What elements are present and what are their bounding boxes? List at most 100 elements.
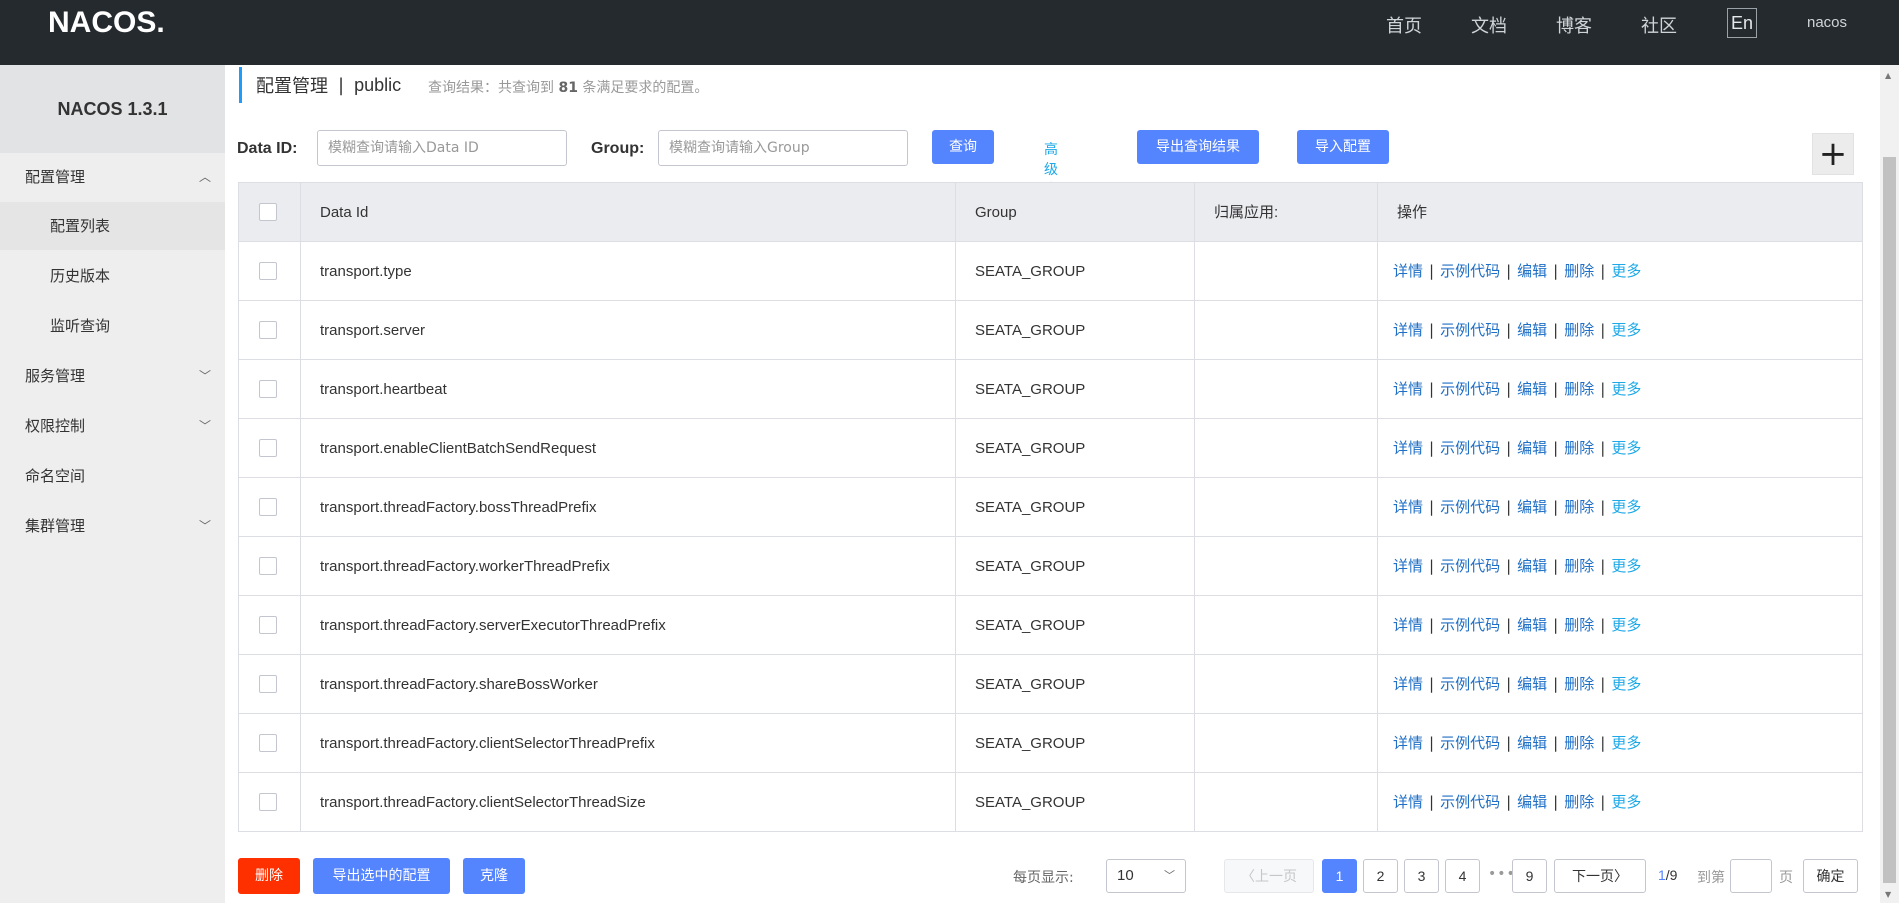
delete-link[interactable]: 删除 bbox=[1564, 734, 1594, 752]
delete-link[interactable]: 删除 bbox=[1564, 262, 1594, 280]
nav-blog[interactable]: 博客 bbox=[1556, 12, 1592, 38]
more-link[interactable]: 更多 bbox=[1611, 321, 1641, 339]
more-link[interactable]: 更多 bbox=[1611, 498, 1641, 516]
detail-link[interactable]: 详情 bbox=[1393, 734, 1423, 752]
sample-code-link[interactable]: 示例代码 bbox=[1440, 675, 1500, 693]
row-checkbox[interactable] bbox=[259, 321, 277, 339]
row-checkbox[interactable] bbox=[259, 793, 277, 811]
nacos-logo[interactable]: NACOS. bbox=[48, 6, 165, 40]
language-switch-button[interactable]: En bbox=[1727, 8, 1757, 38]
detail-link[interactable]: 详情 bbox=[1393, 616, 1423, 634]
edit-link[interactable]: 编辑 bbox=[1517, 439, 1547, 457]
more-link[interactable]: 更多 bbox=[1611, 439, 1641, 457]
sidebar-item-cluster-management[interactable]: 集群管理 ﹀ bbox=[0, 502, 225, 550]
more-link[interactable]: 更多 bbox=[1611, 380, 1641, 398]
row-checkbox[interactable] bbox=[259, 616, 277, 634]
goto-page-input[interactable] bbox=[1730, 859, 1772, 893]
detail-link[interactable]: 详情 bbox=[1393, 439, 1423, 457]
sidebar-item-namespace[interactable]: 命名空间 bbox=[0, 452, 225, 500]
row-checkbox[interactable] bbox=[259, 439, 277, 457]
delete-link[interactable]: 删除 bbox=[1564, 616, 1594, 634]
delete-link[interactable]: 删除 bbox=[1564, 557, 1594, 575]
add-config-button[interactable]: + bbox=[1812, 133, 1854, 175]
edit-link[interactable]: 编辑 bbox=[1517, 321, 1547, 339]
import-config-button[interactable]: 导入配置 bbox=[1297, 130, 1389, 164]
detail-link[interactable]: 详情 bbox=[1393, 675, 1423, 693]
edit-link[interactable]: 编辑 bbox=[1517, 734, 1547, 752]
scroll-thumb[interactable] bbox=[1883, 157, 1896, 883]
edit-link[interactable]: 编辑 bbox=[1517, 675, 1547, 693]
goto-confirm-button[interactable]: 确定 bbox=[1803, 859, 1858, 893]
delete-button[interactable]: 删除 bbox=[238, 858, 300, 894]
select-all-checkbox[interactable] bbox=[259, 203, 277, 221]
row-checkbox[interactable] bbox=[259, 734, 277, 752]
header-group[interactable]: Group bbox=[975, 183, 1017, 242]
sidebar-item-listener-query[interactable]: 监听查询 bbox=[0, 302, 225, 350]
query-button[interactable]: 查询 bbox=[932, 130, 994, 164]
more-link[interactable]: 更多 bbox=[1611, 616, 1641, 634]
page-button-9[interactable]: 9 bbox=[1512, 859, 1547, 893]
sample-code-link[interactable]: 示例代码 bbox=[1440, 498, 1500, 516]
delete-link[interactable]: 删除 bbox=[1564, 380, 1594, 398]
scroll-down-icon[interactable]: ▼ bbox=[1885, 890, 1891, 899]
page-button-4[interactable]: 4 bbox=[1445, 859, 1480, 893]
sidebar-item-service-management[interactable]: 服务管理 ﹀ bbox=[0, 352, 225, 400]
row-checkbox[interactable] bbox=[259, 262, 277, 280]
more-link[interactable]: 更多 bbox=[1611, 734, 1641, 752]
user-menu[interactable]: nacos bbox=[1807, 14, 1847, 31]
sidebar-item-history[interactable]: 历史版本 bbox=[0, 252, 225, 300]
sample-code-link[interactable]: 示例代码 bbox=[1440, 380, 1500, 398]
sample-code-link[interactable]: 示例代码 bbox=[1440, 734, 1500, 752]
delete-link[interactable]: 删除 bbox=[1564, 793, 1594, 811]
edit-link[interactable]: 编辑 bbox=[1517, 793, 1547, 811]
edit-link[interactable]: 编辑 bbox=[1517, 380, 1547, 398]
row-checkbox[interactable] bbox=[259, 498, 277, 516]
sidebar-item-config-list[interactable]: 配置列表 bbox=[0, 202, 225, 250]
detail-link[interactable]: 详情 bbox=[1393, 793, 1423, 811]
nav-community[interactable]: 社区 bbox=[1641, 12, 1677, 38]
sample-code-link[interactable]: 示例代码 bbox=[1440, 557, 1500, 575]
sample-code-link[interactable]: 示例代码 bbox=[1440, 616, 1500, 634]
export-query-results-button[interactable]: 导出查询结果 bbox=[1137, 130, 1259, 164]
more-link[interactable]: 更多 bbox=[1611, 262, 1641, 280]
export-selected-button[interactable]: 导出选中的配置 bbox=[313, 858, 450, 894]
scroll-up-icon[interactable]: ▲ bbox=[1885, 71, 1891, 80]
nav-docs[interactable]: 文档 bbox=[1471, 12, 1507, 38]
detail-link[interactable]: 详情 bbox=[1393, 557, 1423, 575]
dataid-search-input[interactable] bbox=[317, 130, 567, 166]
page-button-2[interactable]: 2 bbox=[1363, 859, 1398, 893]
row-checkbox[interactable] bbox=[259, 557, 277, 575]
page-scrollbar[interactable]: ▲ ▼ bbox=[1880, 65, 1899, 903]
edit-link[interactable]: 编辑 bbox=[1517, 262, 1547, 280]
more-link[interactable]: 更多 bbox=[1611, 675, 1641, 693]
sidebar-item-access-control[interactable]: 权限控制 ﹀ bbox=[0, 402, 225, 450]
page-button-3[interactable]: 3 bbox=[1404, 859, 1439, 893]
more-link[interactable]: 更多 bbox=[1611, 793, 1641, 811]
detail-link[interactable]: 详情 bbox=[1393, 262, 1423, 280]
sample-code-link[interactable]: 示例代码 bbox=[1440, 439, 1500, 457]
edit-link[interactable]: 编辑 bbox=[1517, 498, 1547, 516]
group-search-input[interactable] bbox=[658, 130, 908, 166]
sample-code-link[interactable]: 示例代码 bbox=[1440, 793, 1500, 811]
page-size-select[interactable]: 10 ﹀ bbox=[1106, 859, 1186, 893]
sample-code-link[interactable]: 示例代码 bbox=[1440, 262, 1500, 280]
delete-link[interactable]: 删除 bbox=[1564, 439, 1594, 457]
detail-link[interactable]: 详情 bbox=[1393, 380, 1423, 398]
nav-home[interactable]: 首页 bbox=[1386, 12, 1422, 38]
clone-button[interactable]: 克隆 bbox=[463, 858, 525, 894]
sample-code-link[interactable]: 示例代码 bbox=[1440, 321, 1500, 339]
detail-link[interactable]: 详情 bbox=[1393, 321, 1423, 339]
next-page-button[interactable]: 下一页〉 bbox=[1554, 859, 1646, 893]
edit-link[interactable]: 编辑 bbox=[1517, 557, 1547, 575]
detail-link[interactable]: 详情 bbox=[1393, 498, 1423, 516]
delete-link[interactable]: 删除 bbox=[1564, 321, 1594, 339]
row-checkbox[interactable] bbox=[259, 675, 277, 693]
edit-link[interactable]: 编辑 bbox=[1517, 616, 1547, 634]
page-button-1[interactable]: 1 bbox=[1322, 859, 1357, 893]
delete-link[interactable]: 删除 bbox=[1564, 498, 1594, 516]
sidebar-item-config-management[interactable]: 配置管理 ︿ bbox=[0, 153, 225, 201]
header-data-id[interactable]: Data Id bbox=[320, 183, 368, 242]
delete-link[interactable]: 删除 bbox=[1564, 675, 1594, 693]
row-checkbox[interactable] bbox=[259, 380, 277, 398]
prev-page-button[interactable]: 〈上一页 bbox=[1224, 859, 1314, 893]
